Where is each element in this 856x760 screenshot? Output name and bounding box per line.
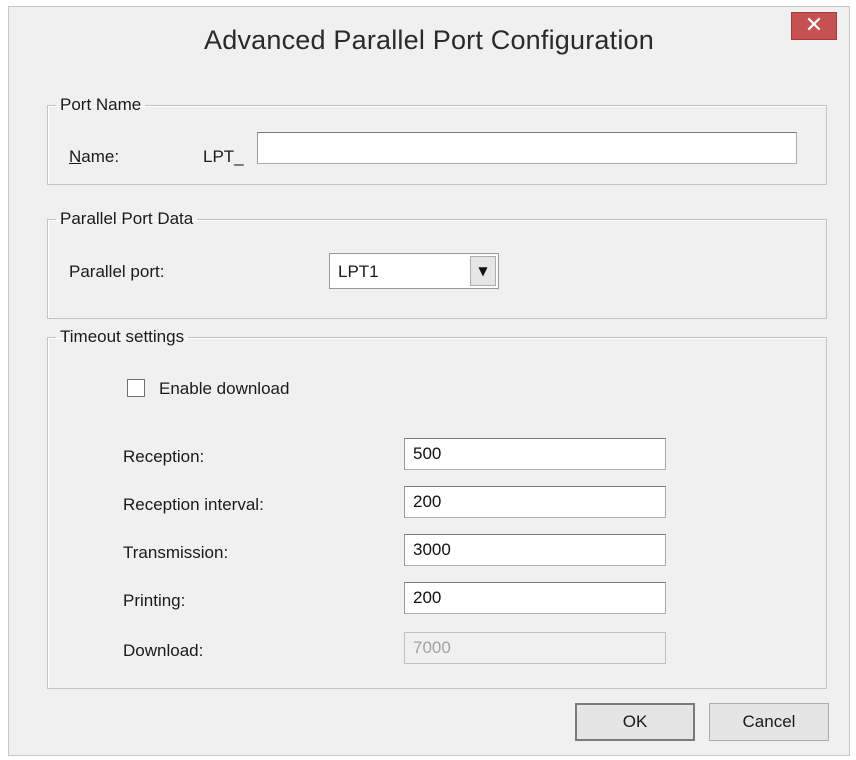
printing-input[interactable]: 200 xyxy=(404,582,666,614)
reception-interval-label: Reception interval: xyxy=(123,495,264,514)
name-label: Name: xyxy=(69,147,119,167)
parallel-port-data-group-label: Parallel Port Data xyxy=(60,209,194,228)
window-title: Advanced Parallel Port Configuration xyxy=(204,25,654,55)
download-label: Download: xyxy=(123,641,204,660)
parallel-port-label: Parallel port: xyxy=(69,262,165,281)
enable-download-label[interactable]: Enable download xyxy=(159,379,289,399)
dialog-window: Advanced Parallel Port Configuration ✕ P… xyxy=(8,6,850,756)
port-name-input[interactable] xyxy=(257,132,797,164)
transmission-label: Transmission: xyxy=(123,543,229,562)
reception-interval-input[interactable]: 200 xyxy=(404,486,666,518)
title-bar[interactable]: Advanced Parallel Port Configuration ✕ xyxy=(9,7,849,75)
name-label-text: ame: xyxy=(81,147,120,166)
port-name-group-label: Port Name xyxy=(60,95,142,114)
reception-input[interactable]: 500 xyxy=(404,438,666,470)
close-button[interactable]: ✕ xyxy=(791,12,837,40)
timeout-settings-group-label: Timeout settings xyxy=(60,327,185,346)
download-input: 7000 xyxy=(404,632,666,664)
enable-download-checkbox[interactable] xyxy=(127,379,145,397)
close-icon: ✕ xyxy=(804,13,824,38)
chevron-down-icon[interactable]: ▼ xyxy=(470,256,496,286)
parallel-port-dropdown[interactable]: LPT1 ▼ xyxy=(329,253,499,289)
lpt-prefix-label: LPT_ xyxy=(203,147,244,166)
parallel-port-selected: LPT1 xyxy=(338,262,379,281)
cancel-button[interactable]: Cancel xyxy=(709,703,829,741)
reception-label: Reception: xyxy=(123,447,205,466)
transmission-input[interactable]: 3000 xyxy=(404,534,666,566)
printing-label: Printing: xyxy=(123,591,186,610)
ok-button[interactable]: OK xyxy=(575,703,695,741)
name-label-accelerator: N xyxy=(69,147,82,166)
